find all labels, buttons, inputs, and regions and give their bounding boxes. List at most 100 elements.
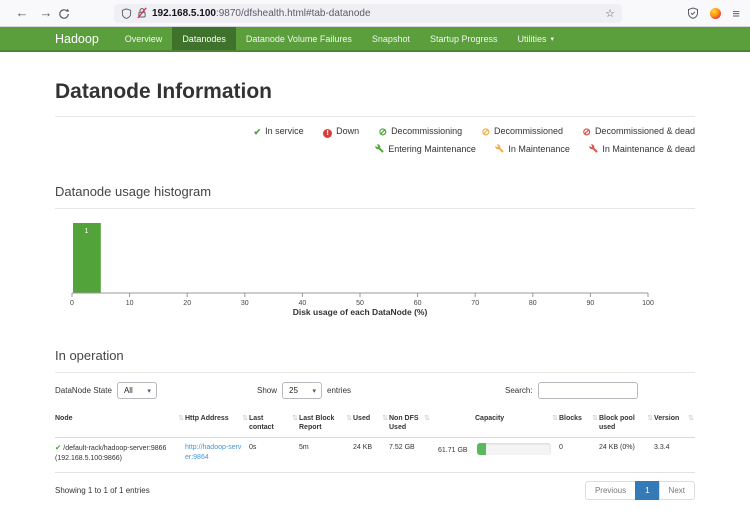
col-label: Blocks xyxy=(559,415,582,422)
svg-text:10: 10 xyxy=(126,300,134,307)
table-controls: DataNode State All▾ Show 25▾ entries Sea… xyxy=(55,382,695,401)
nav-item-snapshot[interactable]: Snapshot xyxy=(362,27,420,50)
in-operation-heading: In operation xyxy=(55,348,695,363)
next-page-button[interactable]: Next xyxy=(659,481,695,500)
bookmark-star-icon[interactable]: ☆ xyxy=(605,7,615,20)
svg-text:Disk usage of each DataNode (%: Disk usage of each DataNode (%) xyxy=(293,307,428,317)
reload-button[interactable] xyxy=(58,6,82,20)
capacity-bar-fill xyxy=(477,443,486,455)
pagination: Previous 1 Next xyxy=(585,481,695,500)
chevron-down-icon: ▾ xyxy=(551,35,555,43)
svg-text:20: 20 xyxy=(183,300,191,307)
col-label: Block pool used xyxy=(599,415,635,431)
page-1-button[interactable]: 1 xyxy=(635,481,659,500)
col-header-last-contact[interactable]: Last contact⇅ xyxy=(249,411,299,438)
previous-page-button[interactable]: Previous xyxy=(585,481,636,500)
col-header-node[interactable]: Node ⇅ xyxy=(55,411,185,438)
wrench-icon xyxy=(589,144,598,153)
browser-account-icon[interactable] xyxy=(710,8,721,19)
cell-used: 24 KB xyxy=(353,438,389,473)
in-operation-divider xyxy=(55,372,695,373)
status-legend: ✔In service !Down ⊘Decommissioning ⊘Deco… xyxy=(55,123,695,158)
legend-row-1: ✔In service !Down ⊘Decommissioning ⊘Deco… xyxy=(55,123,695,141)
cell-non-dfs-used: 7.52 GB xyxy=(389,438,431,473)
sort-icon: ⇅ xyxy=(647,414,653,423)
forward-icon: → xyxy=(40,5,53,20)
http-address-link[interactable]: http://hadoop-server:9864 xyxy=(185,443,243,463)
legend-decommissioned-dead: ⊘Decommissioned & dead xyxy=(583,123,695,141)
col-header-used[interactable]: Used⇅ xyxy=(353,411,389,438)
usage-histogram: 10102030405060708090100Disk usage of eac… xyxy=(55,215,695,322)
col-header-http-address[interactable]: Http Address ⇅ xyxy=(185,411,249,438)
chevron-down-icon: ▾ xyxy=(147,384,151,399)
brand-hadoop[interactable]: Hadoop xyxy=(55,27,99,50)
node-address: /default-rack/hadoop-server:9866 xyxy=(63,445,166,452)
nav-item-startup-progress[interactable]: Startup Progress xyxy=(420,27,508,50)
usage-histogram-svg: 10102030405060708090100Disk usage of eac… xyxy=(55,215,695,317)
sort-icon: ⇅ xyxy=(688,414,694,423)
col-header-non-dfs-used[interactable]: Non DFS Used⇅ xyxy=(389,411,431,438)
svg-text:60: 60 xyxy=(414,300,422,307)
col-header-last-block-report[interactable]: Last Block Report⇅ xyxy=(299,411,353,438)
nav-item-datanodes[interactable]: Datanodes xyxy=(172,27,236,50)
nav-item-utilities-label: Utilities xyxy=(517,34,546,44)
insecure-lock-icon xyxy=(137,7,147,19)
back-button[interactable]: ← xyxy=(10,0,34,26)
histogram-divider xyxy=(55,208,695,209)
col-label: Http Address xyxy=(185,415,229,422)
sort-icon: ⇅ xyxy=(382,414,388,423)
legend-decommissioned: ⊘Decommissioned xyxy=(482,123,563,141)
legend-entering-maintenance: Entering Maintenance xyxy=(375,141,476,158)
nav-item-overview[interactable]: Overview xyxy=(115,27,173,50)
histogram-section-heading: Datanode usage histogram xyxy=(55,184,695,199)
legend-label: In service xyxy=(265,126,304,136)
capacity-value: 61.71 GB xyxy=(438,446,477,456)
node-ip: (192.168.5.100:9866) xyxy=(55,455,122,462)
col-label: Last contact xyxy=(249,415,274,431)
forward-button[interactable]: → xyxy=(34,0,58,26)
svg-text:1: 1 xyxy=(84,228,88,235)
col-header-block-pool-used[interactable]: Block pool used ⇅ xyxy=(599,411,654,438)
legend-label: Decommissioned & dead xyxy=(595,126,695,136)
entries-label: entries xyxy=(327,386,351,395)
table-footer: Showing 1 to 1 of 1 entries Previous 1 N… xyxy=(55,481,695,500)
datanode-state-select[interactable]: All▾ xyxy=(117,382,157,399)
col-header-version[interactable]: Version⇅ xyxy=(654,411,695,438)
sort-icon: ⇅ xyxy=(242,414,248,423)
datanodes-table: Node⇅ Http Address⇅ Last contact⇅ Last B… xyxy=(55,411,695,473)
legend-down: ! Down xyxy=(323,123,359,140)
cell-node: ✔/default-rack/hadoop-server:9866 (192.1… xyxy=(55,438,185,473)
col-label: Node xyxy=(55,415,73,422)
protections-shield-icon[interactable] xyxy=(687,7,699,19)
sort-icon: ⇅ xyxy=(592,414,598,423)
entries-summary: Showing 1 to 1 of 1 entries xyxy=(55,486,150,495)
legend-decommissioning: ⊘Decommissioning xyxy=(379,123,462,141)
browser-chrome: ← → 192.168.5.100:9870/dfshealth.html#ta… xyxy=(0,0,750,27)
url-bar[interactable]: 192.168.5.100:9870/dfshealth.html#tab-da… xyxy=(114,4,622,23)
top-navbar: Hadoop Overview Datanodes Datanode Volum… xyxy=(0,27,750,52)
table-row: ✔/default-rack/hadoop-server:9866 (192.1… xyxy=(55,438,695,473)
col-label: Last Block Report xyxy=(299,415,334,431)
col-header-capacity[interactable]: Capacity⇅ xyxy=(431,411,559,438)
page-length-value: 25 xyxy=(289,386,298,395)
cell-last-block-report: 5m xyxy=(299,438,353,473)
exclamation-circle-icon: ! xyxy=(323,129,332,138)
chevron-down-icon: ▾ xyxy=(313,384,317,399)
svg-text:30: 30 xyxy=(241,300,249,307)
url-path: :9870/dfshealth.html#tab-datanode xyxy=(216,8,371,19)
back-icon: ← xyxy=(16,5,29,20)
col-header-blocks[interactable]: Blocks ⇅ xyxy=(559,411,599,438)
cell-http-address: http://hadoop-server:9864 xyxy=(185,438,249,473)
nav-item-datanode-volume-failures[interactable]: Datanode Volume Failures xyxy=(236,27,362,50)
nav-item-utilities[interactable]: Utilities ▾ xyxy=(507,27,564,50)
sort-icon: ⇅ xyxy=(178,414,184,423)
sort-icon: ⇅ xyxy=(424,414,430,423)
datanode-state-label: DataNode State xyxy=(55,386,112,395)
page-length-select[interactable]: 25 ▾ xyxy=(282,382,322,399)
cell-last-contact: 0s xyxy=(249,438,299,473)
url-text: 192.168.5.100:9870/dfshealth.html#tab-da… xyxy=(152,8,600,19)
legend-label: Down xyxy=(336,126,359,136)
search-input[interactable] xyxy=(538,382,638,399)
circle-slash-icon: ⊘ xyxy=(482,124,490,141)
hamburger-menu-icon[interactable]: ≡ xyxy=(732,6,740,21)
